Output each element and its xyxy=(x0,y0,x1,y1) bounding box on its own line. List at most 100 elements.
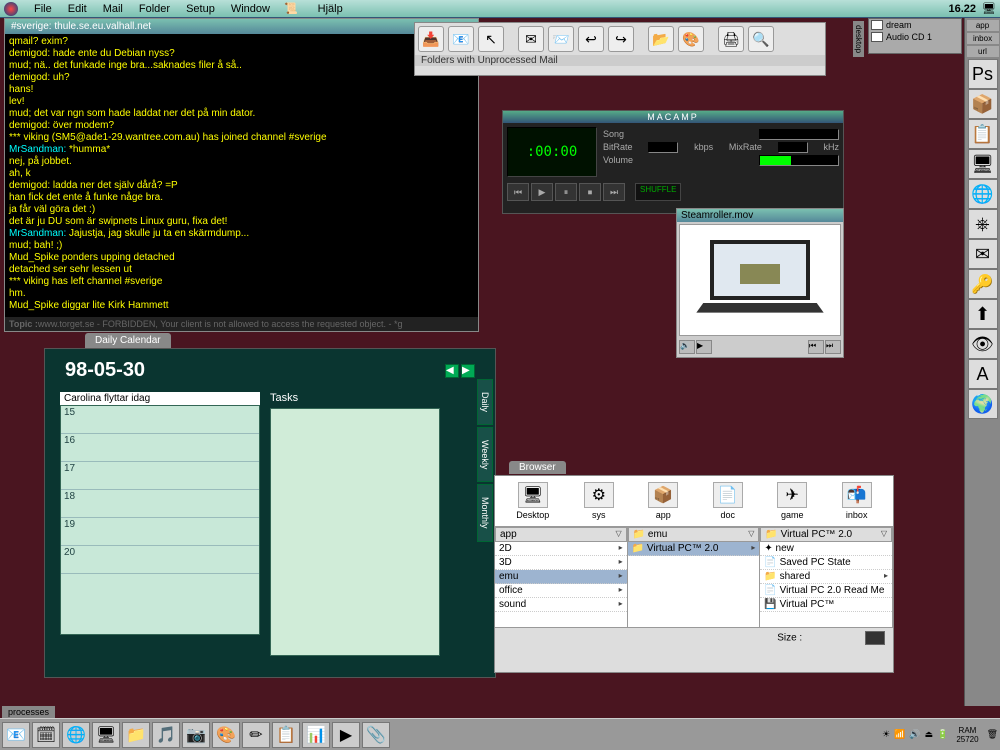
taskbar-app-icon[interactable]: 📁 xyxy=(122,722,150,748)
tray-icon[interactable]: 🔋 xyxy=(937,729,948,740)
dock-tab-url[interactable]: url xyxy=(967,46,999,57)
calendar-hour-grid[interactable]: 151617181920 xyxy=(60,405,260,635)
browser-item[interactable]: office▸ xyxy=(495,584,627,598)
dock-app-icon[interactable]: 🌍 xyxy=(968,389,998,419)
menu-help[interactable]: Hjälp xyxy=(310,3,351,15)
macamp-stop-button[interactable]: ⏹ xyxy=(579,183,601,201)
menu-mail[interactable]: Mail xyxy=(95,3,131,15)
menu-window[interactable]: Window xyxy=(223,3,278,15)
mail-btn-11[interactable]: 🔍 xyxy=(748,26,774,52)
browser-col1-head[interactable]: app▽ xyxy=(495,527,627,542)
mail-btn-1[interactable]: 📥 xyxy=(418,26,444,52)
dock-tab-inbox[interactable]: inbox xyxy=(967,33,999,44)
macamp-pause-button[interactable]: ⏸ xyxy=(555,183,577,201)
macamp-shuffle-toggle[interactable]: SHUFFLE xyxy=(635,183,681,201)
menu-setup[interactable]: Setup xyxy=(178,3,223,15)
taskbar-app-icon[interactable]: 📧 xyxy=(2,722,30,748)
mail-btn-5[interactable]: 📨 xyxy=(548,26,574,52)
browser-location[interactable]: ✈game xyxy=(777,482,807,520)
drive-item[interactable]: Audio CD 1 xyxy=(869,31,961,43)
taskbar-app-icon[interactable]: 📷 xyxy=(182,722,210,748)
browser-item[interactable]: 3D▸ xyxy=(495,556,627,570)
calendar-hour-row[interactable]: 20 xyxy=(61,546,259,574)
dock-app-icon[interactable]: 👁 xyxy=(968,329,998,359)
tray-icon[interactable]: 📶 xyxy=(894,729,905,740)
mail-btn-3[interactable]: ↖ xyxy=(478,26,504,52)
calendar-tab[interactable]: Daily Calendar xyxy=(85,333,171,348)
calendar-next-button[interactable]: ▶ xyxy=(461,364,475,378)
calendar-hour-row[interactable]: 16 xyxy=(61,434,259,462)
taskbar-app-icon[interactable]: 🎨 xyxy=(212,722,240,748)
menu-file[interactable]: File xyxy=(26,3,60,15)
trash-icon[interactable]: 🗑 xyxy=(987,729,998,740)
browser-item[interactable]: 📁 shared▸ xyxy=(760,570,892,584)
taskbar-app-icon[interactable]: 📊 xyxy=(302,722,330,748)
browser-location[interactable]: 📄doc xyxy=(713,482,743,520)
browser-tab[interactable]: Browser xyxy=(509,461,566,474)
video-play-button[interactable]: ▶ xyxy=(696,340,712,354)
browser-col3-head[interactable]: 📁 Virtual PC™ 2.0▽ xyxy=(760,527,892,542)
macamp-next-button[interactable]: ⏭ xyxy=(603,183,625,201)
browser-location[interactable]: 🖥Desktop xyxy=(516,482,549,520)
drive-item[interactable]: dream xyxy=(869,19,961,31)
browser-location[interactable]: ⚙sys xyxy=(584,482,614,520)
browser-item[interactable]: 💾 Virtual PC™ xyxy=(760,598,892,612)
taskbar-tab[interactable]: processes xyxy=(2,706,55,718)
menu-edit[interactable]: Edit xyxy=(60,3,95,15)
browser-col2-head[interactable]: 📁 emu▽ xyxy=(628,527,760,542)
taskbar-app-icon[interactable]: 🎵 xyxy=(152,722,180,748)
browser-item[interactable]: emu▸ xyxy=(495,570,627,584)
mail-btn-6[interactable]: ↩ xyxy=(578,26,604,52)
dock-app-icon[interactable]: ⎈ xyxy=(968,209,998,239)
browser-location[interactable]: 📬inbox xyxy=(842,482,872,520)
calendar-hour-row[interactable]: 18 xyxy=(61,490,259,518)
mail-btn-8[interactable]: 📂 xyxy=(648,26,674,52)
mail-btn-7[interactable]: ↪ xyxy=(608,26,634,52)
macamp-prev-button[interactable]: ⏮ xyxy=(507,183,529,201)
browser-item[interactable]: 2D▸ xyxy=(495,542,627,556)
dock-app-icon[interactable]: Ps xyxy=(968,59,998,89)
browser-item[interactable]: 📄 Saved PC State xyxy=(760,556,892,570)
video-step-back-button[interactable]: ⏮ xyxy=(808,340,824,354)
taskbar-app-icon[interactable]: 🗓 xyxy=(32,722,60,748)
dock-app-icon[interactable]: 📋 xyxy=(968,119,998,149)
irc-titlebar[interactable]: #sverige: thule.se.eu.valhall.net xyxy=(5,19,478,34)
desktop-drives-tab[interactable]: desktop xyxy=(853,21,864,57)
browser-item[interactable]: ✦ new xyxy=(760,542,892,556)
taskbar-app-icon[interactable]: ▶ xyxy=(332,722,360,748)
browser-location[interactable]: 📦app xyxy=(648,482,678,520)
calendar-view-tab[interactable]: Monthly xyxy=(477,484,493,542)
calendar-hour-row[interactable]: 17 xyxy=(61,462,259,490)
calendar-hour-row[interactable]: 15 xyxy=(61,406,259,434)
macamp-play-button[interactable]: ▶ xyxy=(531,183,553,201)
mail-btn-10[interactable]: 🖨 xyxy=(718,26,744,52)
dock-app-icon[interactable]: A xyxy=(968,359,998,389)
macamp-title[interactable]: MACAMP xyxy=(503,111,843,123)
dock-app-icon[interactable]: 🔑 xyxy=(968,269,998,299)
macamp-volume-slider[interactable] xyxy=(759,155,839,166)
video-step-fwd-button[interactable]: ⏭ xyxy=(825,340,841,354)
video-titlebar[interactable]: Steamroller.mov xyxy=(677,209,843,222)
mail-btn-2[interactable]: 📧 xyxy=(448,26,474,52)
dock-app-icon[interactable]: 🖥 xyxy=(968,149,998,179)
calendar-view-tab[interactable]: Weekly xyxy=(477,427,493,482)
taskbar-app-icon[interactable]: ✏ xyxy=(242,722,270,748)
taskbar-app-icon[interactable]: 🌐 xyxy=(62,722,90,748)
video-vol-button[interactable]: 🔊 xyxy=(679,340,695,354)
tray-icon[interactable]: ⏏ xyxy=(925,729,934,740)
script-icon[interactable]: 📜 xyxy=(284,2,298,15)
calendar-hour-row[interactable]: 19 xyxy=(61,518,259,546)
browser-item[interactable]: 📄 Virtual PC 2.0 Read Me xyxy=(760,584,892,598)
tray-icon[interactable]: 🔊 xyxy=(909,729,920,740)
mail-btn-9[interactable]: 🎨 xyxy=(678,26,704,52)
taskbar-app-icon[interactable]: 📎 xyxy=(362,722,390,748)
mail-btn-4[interactable]: ✉ xyxy=(518,26,544,52)
browser-item[interactable]: sound▸ xyxy=(495,598,627,612)
calendar-tasks-pane[interactable] xyxy=(270,408,440,656)
calendar-view-tab[interactable]: Daily xyxy=(477,379,493,425)
tray-icon[interactable]: ☀ xyxy=(882,729,890,740)
taskbar-app-icon[interactable]: 📋 xyxy=(272,722,300,748)
taskbar-app-icon[interactable]: 🖥 xyxy=(92,722,120,748)
dock-app-icon[interactable]: 📦 xyxy=(968,89,998,119)
dock-tab-app[interactable]: app xyxy=(967,20,999,31)
